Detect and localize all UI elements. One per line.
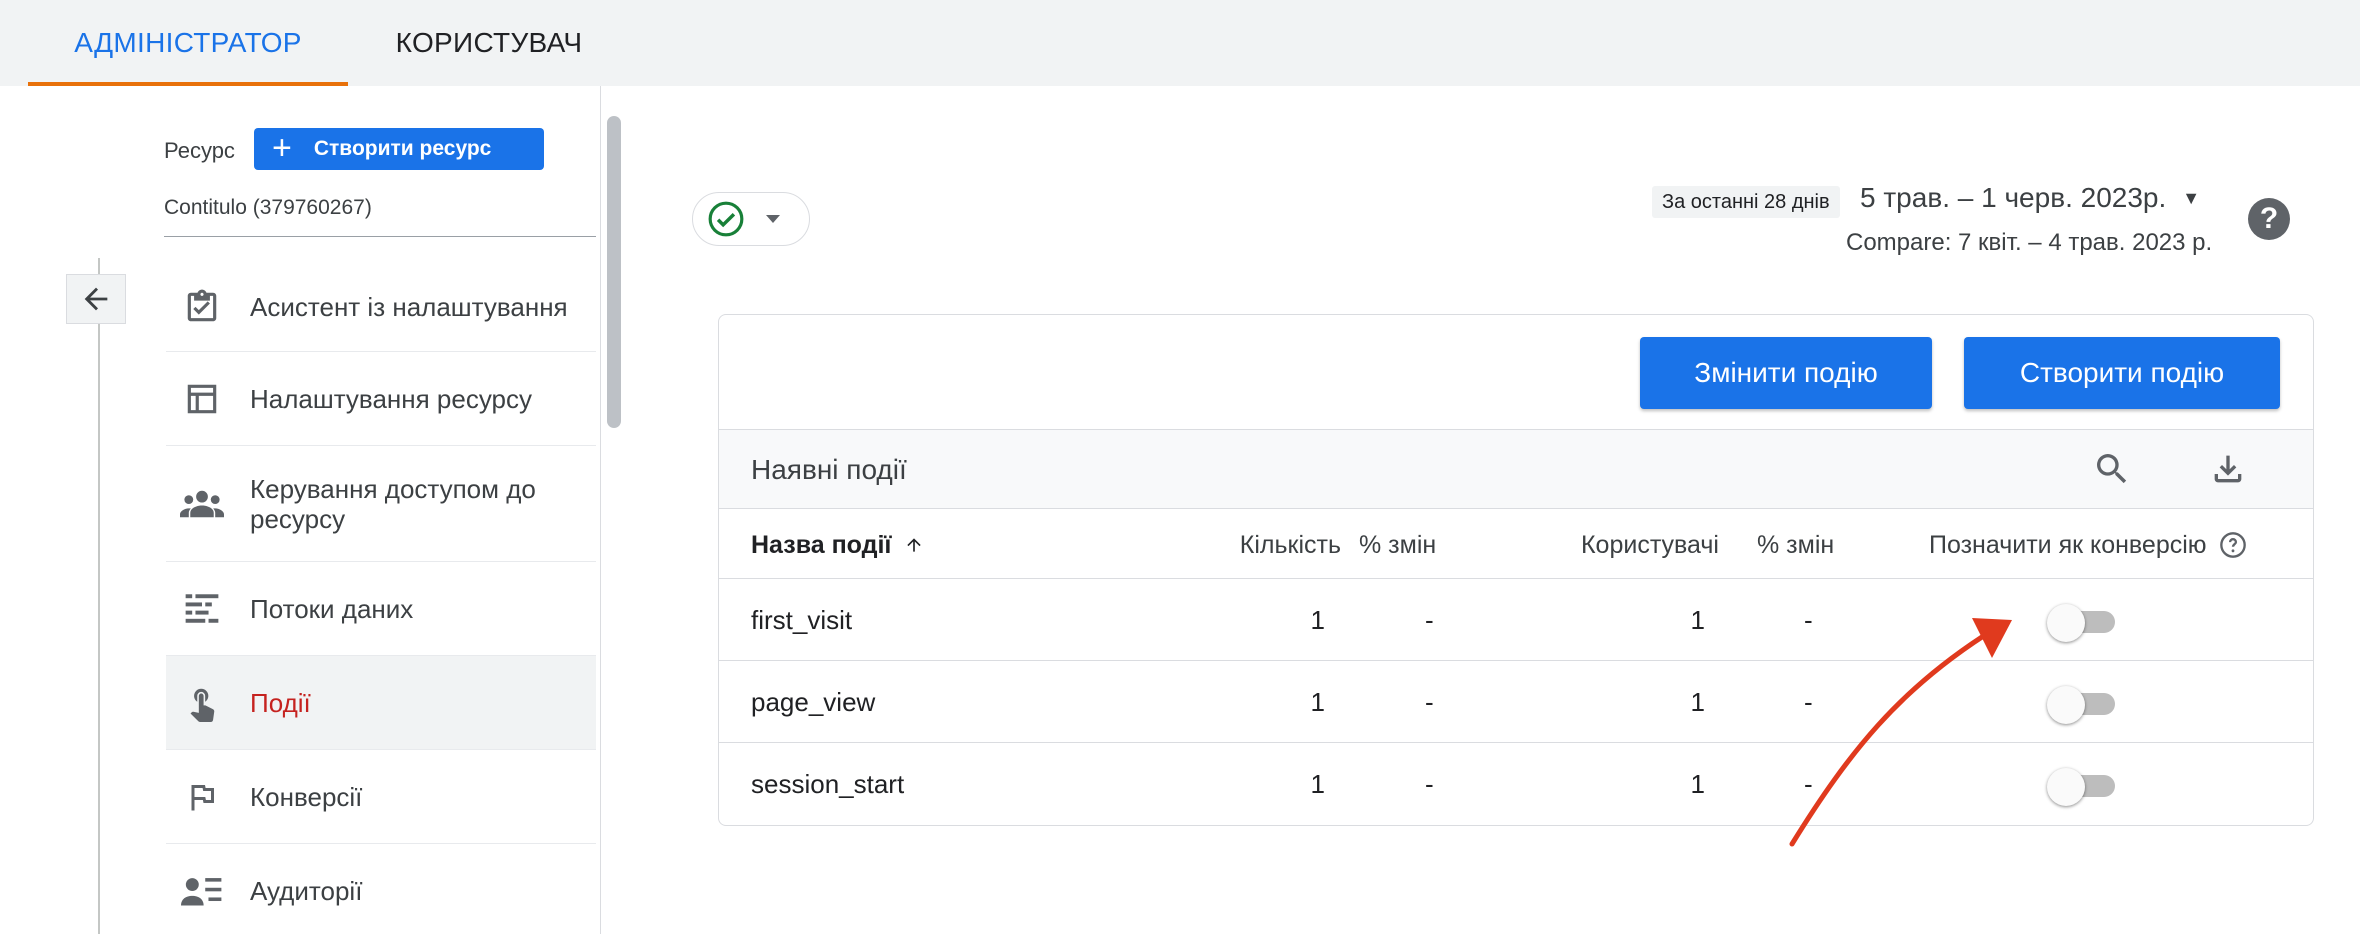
edit-event-button[interactable]: Змінити подію — [1640, 337, 1932, 409]
help-circle-icon[interactable] — [2219, 531, 2247, 559]
help-icon[interactable]: ? — [2248, 198, 2290, 240]
existing-events-title: Наявні події — [751, 454, 907, 485]
back-button[interactable] — [66, 274, 126, 324]
arrow-left-icon — [84, 287, 108, 311]
event-users: 1 — [1690, 605, 1705, 635]
toggle-knob — [2047, 604, 2085, 642]
flag-icon — [180, 775, 224, 819]
tab-user[interactable]: КОРИСТУВАЧ — [360, 0, 618, 86]
date-preset-badge: За останні 28 днів — [1652, 186, 1840, 218]
top-tab-bar: АДМІНІСТРАТОР КОРИСТУВАЧ — [0, 0, 2360, 86]
clipboard-check-icon — [180, 285, 224, 329]
sidebar-item-label: Потоки даних — [250, 593, 414, 624]
check-circle-icon — [708, 201, 744, 237]
event-count-change: - — [1425, 605, 1434, 635]
scrollbar-thumb[interactable] — [607, 116, 621, 428]
event-users-change: - — [1804, 687, 1813, 717]
date-range-label: 5 трав. – 1 черв. 2023р. — [1860, 182, 2167, 213]
streams-icon — [180, 587, 224, 631]
event-count: 1 — [1310, 687, 1325, 717]
table-row: first_visit 1 - 1 - — [719, 579, 2313, 661]
event-count: 1 — [1310, 605, 1325, 635]
toggle-knob — [2047, 768, 2085, 806]
data-status-chip[interactable] — [692, 192, 810, 246]
table-header: Назва події Кількість % змін Користувачі… — [719, 509, 2313, 579]
sidebar-scrollbar[interactable] — [600, 86, 626, 934]
events-card: Змінити подію Створити подію Наявні поді… — [718, 314, 2314, 826]
create-resource-label: Створити ресурс — [313, 137, 492, 160]
event-count: 1 — [1310, 769, 1325, 799]
download-icon[interactable] — [2205, 446, 2251, 492]
plus-icon: + — [272, 128, 292, 167]
event-name: page_view — [751, 687, 876, 717]
event-name: session_start — [751, 769, 905, 799]
column-mark-conversion: Позначити як конверсію — [1929, 531, 2247, 560]
sidebar-item-label: Події — [250, 687, 311, 718]
sidebar-item-conversions[interactable]: Конверсії — [166, 750, 596, 844]
touch-icon — [180, 681, 224, 725]
conversion-toggle[interactable] — [2047, 603, 2119, 642]
conversion-toggle[interactable] — [2047, 685, 2119, 724]
column-users[interactable]: Користувачі — [1559, 531, 1719, 560]
event-users: 1 — [1690, 769, 1705, 799]
conversion-toggle[interactable] — [2047, 767, 2119, 806]
create-event-button[interactable]: Створити подію — [1964, 337, 2280, 409]
sidebar-item-label: Керування доступом до ресурсу — [250, 473, 536, 534]
sidebar-item-label: Асистент із налаштування — [250, 291, 568, 322]
sidebar-item-label: Конверсії — [250, 781, 363, 812]
column-label: Позначити як конверсію — [1929, 531, 2207, 559]
column-label: Назва події — [751, 531, 892, 559]
date-range-selector[interactable]: 5 трав. – 1 черв. 2023р. ▼ — [1860, 182, 2200, 214]
event-users-change: - — [1804, 769, 1813, 799]
panel-divider-line — [98, 258, 100, 934]
audience-icon — [180, 869, 224, 913]
table-row: page_view 1 - 1 - — [719, 661, 2313, 743]
sidebar-item-resource-settings[interactable]: Налаштування ресурсу — [166, 352, 596, 446]
sidebar-item-audiences[interactable]: Аудиторії — [166, 844, 596, 938]
sort-arrow-up-icon — [907, 538, 922, 552]
event-count-change: - — [1425, 687, 1434, 717]
sidebar-item-access-management[interactable]: Керування доступом до ресурсу — [166, 446, 596, 562]
chevron-down-icon — [766, 215, 780, 223]
resource-selector[interactable]: Contitulo (379760267) — [164, 196, 596, 237]
compare-range: Compare: 7 квіт. – 4 трав. 2023 р. — [1846, 229, 2213, 256]
toggle-knob — [2047, 686, 2085, 724]
table-row: session_start 1 - 1 - — [719, 743, 2313, 825]
admin-left-panel: Ресурс + Створити ресурс Contitulo (3797… — [28, 86, 626, 934]
column-users-change[interactable]: % змін — [1757, 531, 1834, 560]
tab-admin[interactable]: АДМІНІСТРАТОР — [28, 0, 348, 86]
create-resource-button[interactable]: + Створити ресурс — [254, 128, 544, 170]
sidebar-item-data-streams[interactable]: Потоки даних — [166, 562, 596, 656]
event-name: first_visit — [751, 605, 853, 635]
event-users-change: - — [1804, 605, 1813, 635]
sidebar-item-setup-assistant[interactable]: Асистент із налаштування — [166, 262, 596, 352]
layout-icon — [180, 377, 224, 421]
search-icon[interactable] — [2089, 446, 2135, 492]
resource-label: Ресурс — [164, 138, 235, 163]
sidebar-item-label: Налаштування ресурсу — [250, 383, 533, 414]
people-icon — [180, 482, 224, 526]
sidebar-item-events[interactable]: Події — [166, 656, 596, 750]
sidebar-item-label: Аудиторії — [250, 876, 363, 906]
caret-down-icon: ▼ — [2182, 187, 2201, 208]
column-count-change[interactable]: % змін — [1359, 531, 1436, 560]
sidebar-nav: Асистент із налаштування Налаштування ре… — [166, 262, 596, 938]
column-event-name[interactable]: Назва події — [751, 531, 924, 560]
event-count-change: - — [1425, 769, 1434, 799]
existing-events-header: Наявні події — [719, 429, 2313, 509]
column-count[interactable]: Кількість — [1217, 531, 1341, 560]
event-users: 1 — [1690, 687, 1705, 717]
